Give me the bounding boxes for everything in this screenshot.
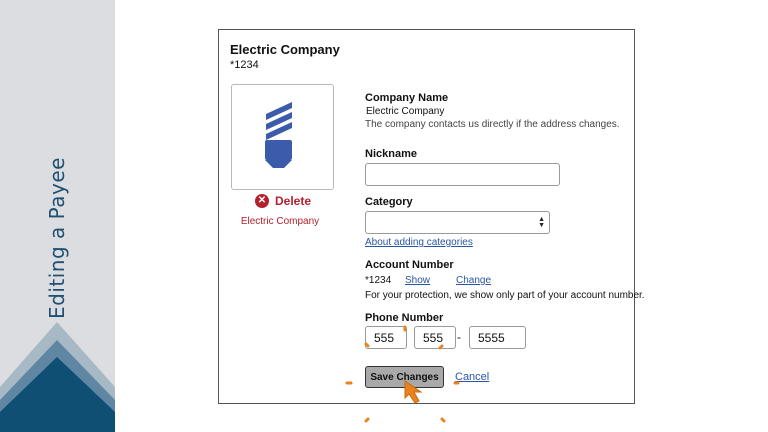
account-number-help: For your protection, we show only part o… <box>365 290 645 301</box>
phone-line-number-input[interactable] <box>469 326 526 349</box>
close-circle-icon: ✕ <box>255 194 269 208</box>
category-label: Category <box>365 196 413 208</box>
cancel-link[interactable]: Cancel <box>455 371 489 383</box>
phone-number-label: Phone Number <box>365 312 444 324</box>
payee-account-masked: *1234 <box>230 59 259 71</box>
company-name-label: Company Name <box>365 92 449 104</box>
delete-payee-button[interactable]: ✕ Delete <box>255 194 311 208</box>
delete-payee-name: Electric Company <box>240 216 320 227</box>
nickname-input[interactable] <box>365 163 560 186</box>
phone-separator: - <box>457 330 461 344</box>
nickname-label: Nickname <box>365 148 417 160</box>
slide-title: Editing a Payee <box>45 157 69 319</box>
payee-name-heading: Electric Company <box>230 42 340 57</box>
payee-icon-box[interactable] <box>231 84 334 190</box>
select-arrows-icon: ▲ ▼ <box>538 216 545 229</box>
change-account-link[interactable]: Change <box>456 275 491 286</box>
mountain-decoration <box>0 322 115 432</box>
phone-area-code-input[interactable] <box>365 326 407 349</box>
phone-prefix-input[interactable] <box>414 326 456 349</box>
account-number-label: Account Number <box>365 259 454 271</box>
company-name-value: Electric Company <box>366 106 445 117</box>
category-select[interactable]: ▲ ▼ <box>365 211 550 234</box>
show-account-link[interactable]: Show <box>405 275 430 286</box>
save-changes-button[interactable]: Save Changes <box>365 366 444 388</box>
light-bulb-icon <box>265 102 292 168</box>
about-categories-link[interactable]: About adding categories <box>365 237 473 248</box>
account-number-value: *1234 <box>365 275 392 286</box>
edit-payee-panel: Electric Company *1234 ✕ Delete Electric… <box>218 29 645 404</box>
delete-payee-caption: Electric Company <box>219 211 341 229</box>
delete-label: Delete <box>275 194 312 208</box>
slide-side-panel: Editing a Payee <box>0 0 115 432</box>
company-name-help: The company contacts us directly if the … <box>365 119 620 130</box>
